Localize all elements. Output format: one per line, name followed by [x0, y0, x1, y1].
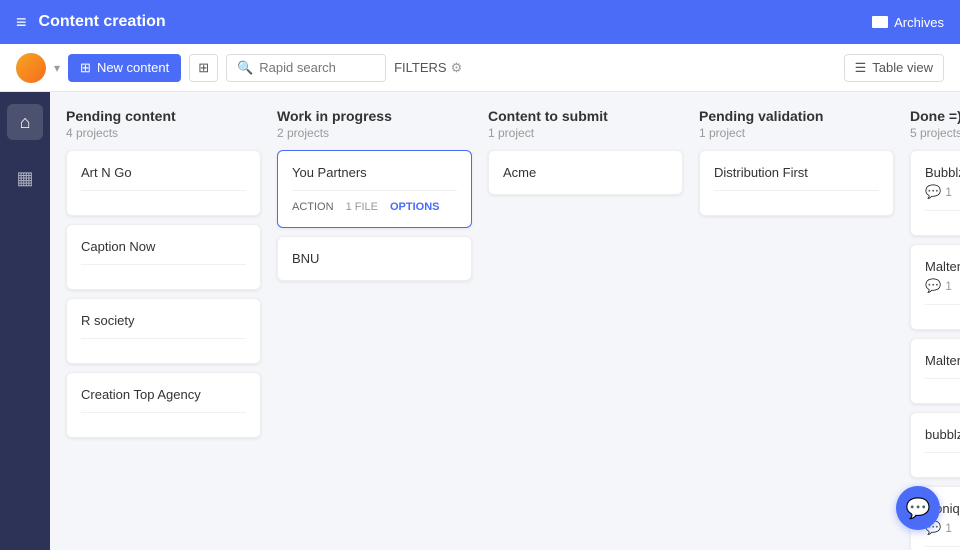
card-divider	[925, 452, 960, 453]
chat-icon: 💬	[906, 496, 931, 521]
card-title: Caption Now	[81, 239, 246, 254]
card-actions: ACTION 1 FILE OPTIONS	[292, 201, 457, 213]
filters-text: FILTERS	[394, 60, 447, 75]
chat-bubble-button[interactable]: 💬	[896, 486, 940, 530]
column-count-wip: 2 projects	[277, 126, 472, 140]
new-content-icon: ⊞	[80, 60, 91, 76]
archives-button[interactable]: Archives	[872, 15, 944, 30]
card-bubblz-2[interactable]: bubblz	[910, 412, 960, 478]
card-divider	[925, 378, 960, 379]
top-navigation: ≡ Content creation Archives	[0, 0, 960, 44]
grid-icon: ⊞	[198, 60, 209, 75]
column-header-pending: Pending content 4 projects	[66, 108, 261, 140]
search-input[interactable]	[259, 60, 379, 75]
column-count-done: 5 projects	[910, 126, 960, 140]
column-title-submit: Content to submit	[488, 108, 683, 124]
comment-icon: 💬	[925, 184, 941, 200]
kanban-board: Pending content 4 projects Art N Go Capt…	[50, 92, 960, 550]
card-divider	[292, 190, 457, 191]
table-icon: ☰	[855, 60, 867, 76]
card-title: Maltern	[925, 353, 960, 368]
card-divider	[925, 546, 960, 547]
avatar-dropdown-icon[interactable]: ▾	[54, 61, 60, 75]
toolbar: ▾ ⊞ New content ⊞ 🔍 FILTERS ⚙ ☰ Table vi…	[0, 44, 960, 92]
sidebar: ⌂ ▦	[0, 92, 50, 550]
comment-icon: 💬	[925, 278, 941, 294]
column-title-done: Done =)	[910, 108, 960, 124]
column-header-validation: Pending validation 1 project	[699, 108, 894, 140]
card-caption-now[interactable]: Caption Now	[66, 224, 261, 290]
comment-count: 1	[945, 279, 952, 293]
card-title: Art N Go	[81, 165, 246, 180]
card-divider	[81, 412, 246, 413]
column-validation: Pending validation 1 project Distributio…	[699, 108, 894, 534]
sidebar-item-board[interactable]: ▦	[7, 160, 43, 196]
column-header-done: Done =) 5 projects	[910, 108, 960, 140]
card-title: You Partners	[292, 165, 457, 180]
comment-count: 1	[945, 185, 952, 199]
card-title: BNU	[292, 251, 457, 266]
search-box: 🔍	[226, 54, 386, 82]
search-icon: 🔍	[237, 60, 253, 76]
avatar[interactable]	[16, 53, 46, 83]
archives-icon	[872, 16, 888, 28]
card-maltern-2[interactable]: Maltern	[910, 338, 960, 404]
file-label: 1 FILE	[346, 201, 378, 213]
column-count-submit: 1 project	[488, 126, 683, 140]
column-count-validation: 1 project	[699, 126, 894, 140]
card-r-society[interactable]: R society	[66, 298, 261, 364]
column-done: Done =) 5 projects Bubblz 💬 1 Maltern 💬 …	[910, 108, 960, 534]
card-art-n-go[interactable]: Art N Go	[66, 150, 261, 216]
top-nav-left: ≡ Content creation	[16, 12, 166, 33]
table-view-label: Table view	[872, 60, 933, 75]
column-header-submit: Content to submit 1 project	[488, 108, 683, 140]
card-creation-top-agency[interactable]: Creation Top Agency	[66, 372, 261, 438]
card-divider	[925, 304, 960, 305]
page-title: Content creation	[39, 13, 166, 31]
card-title: Acme	[503, 165, 668, 180]
card-acme[interactable]: Acme	[488, 150, 683, 195]
action-button[interactable]: ACTION	[292, 201, 334, 213]
column-count-pending: 4 projects	[66, 126, 261, 140]
card-title: Maltern	[925, 259, 960, 274]
archives-label: Archives	[894, 15, 944, 30]
card-divider	[81, 264, 246, 265]
card-title: R society	[81, 313, 246, 328]
comment-row: 💬 1	[925, 278, 960, 294]
column-title-wip: Work in progress	[277, 108, 472, 124]
column-title-pending: Pending content	[66, 108, 261, 124]
sidebar-item-home[interactable]: ⌂	[7, 104, 43, 140]
options-button[interactable]: OPTIONS	[390, 201, 440, 213]
column-wip: Work in progress 2 projects You Partners…	[277, 108, 472, 534]
column-title-validation: Pending validation	[699, 108, 894, 124]
card-divider	[81, 338, 246, 339]
card-maltern-1[interactable]: Maltern 💬 1	[910, 244, 960, 330]
comment-count: 1	[945, 521, 952, 535]
column-header-wip: Work in progress 2 projects	[277, 108, 472, 140]
card-title: Bubblz	[925, 165, 960, 180]
card-title: bubblz	[925, 427, 960, 442]
column-submit: Content to submit 1 project Acme	[488, 108, 683, 534]
card-title: Creation Top Agency	[81, 387, 246, 402]
hamburger-icon[interactable]: ≡	[16, 12, 27, 33]
filters-icon: ⚙	[451, 60, 463, 76]
column-pending: Pending content 4 projects Art N Go Capt…	[66, 108, 261, 534]
new-content-button[interactable]: ⊞ New content	[68, 54, 181, 82]
main-layout: ⌂ ▦ Pending content 4 projects Art N Go …	[0, 92, 960, 550]
card-divider	[714, 190, 879, 191]
comment-row: 💬 1	[925, 184, 960, 200]
card-bubblz-1[interactable]: Bubblz 💬 1	[910, 150, 960, 236]
table-view-button[interactable]: ☰ Table view	[844, 54, 944, 82]
card-bnu[interactable]: BNU	[277, 236, 472, 281]
card-divider	[81, 190, 246, 191]
card-you-partners[interactable]: You Partners ACTION 1 FILE OPTIONS	[277, 150, 472, 228]
filters-label[interactable]: FILTERS ⚙	[394, 60, 462, 76]
card-divider	[925, 210, 960, 211]
new-content-label: New content	[97, 60, 169, 75]
view-toggle-button[interactable]: ⊞	[189, 54, 218, 82]
avatar-image	[16, 53, 46, 83]
card-distribution-first[interactable]: Distribution First	[699, 150, 894, 216]
card-title: Distribution First	[714, 165, 879, 180]
